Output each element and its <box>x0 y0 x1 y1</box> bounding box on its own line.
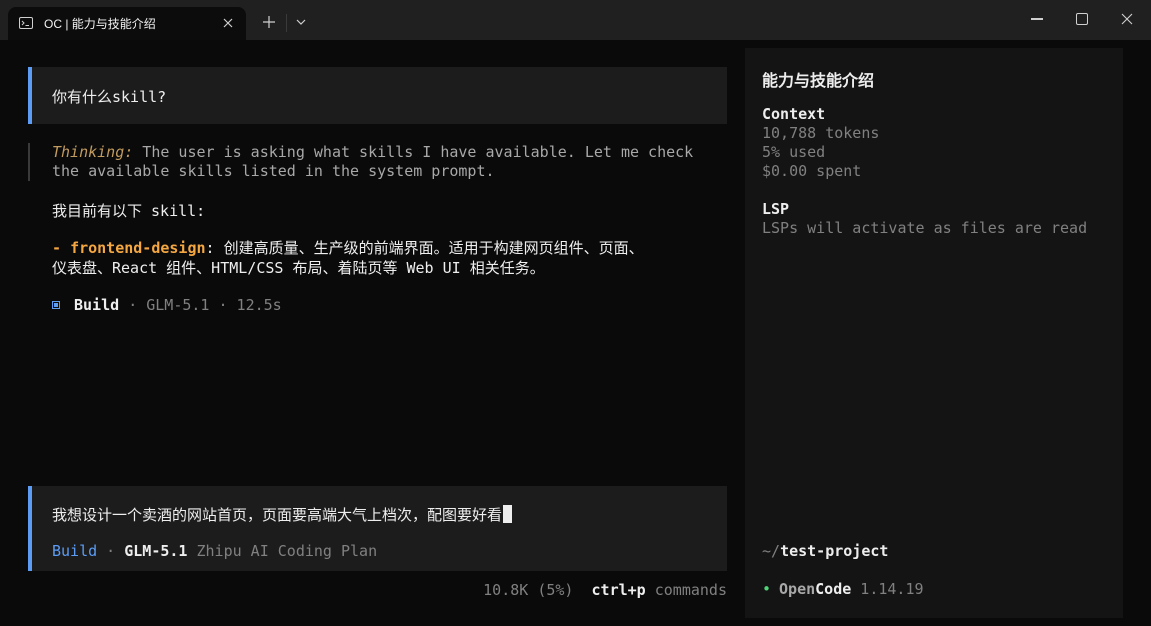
skill-description-line1: : 创建高质量、生产级的前端界面。适用于构建网页组件、页面、 <box>205 239 644 257</box>
prompt-text[interactable]: 我想设计一个卖酒的网站首页，页面要高端大气上档次，配图要好看 <box>52 504 513 525</box>
session-title: 能力与技能介绍 <box>762 71 875 90</box>
skill-bullet: - <box>52 239 71 257</box>
answer-intro: 我目前有以下 skill: <box>52 202 206 220</box>
context-tokens: 10,788 tokens <box>762 124 880 142</box>
maximize-button[interactable] <box>1076 13 1088 25</box>
provider-name: Zhipu AI Coding Plan <box>187 542 378 560</box>
thinking-label: Thinking: <box>52 143 134 161</box>
project-name: test-project <box>780 542 889 560</box>
build-square-icon <box>52 301 60 309</box>
tab-divider <box>286 14 287 32</box>
context-used: 5% used <box>762 143 826 161</box>
tab-title: OC | 能力与技能介绍 <box>44 17 156 31</box>
commands-label: commands <box>645 581 727 599</box>
lsp-status: LSPs will activate as files are read <box>762 219 1088 237</box>
build-status: Build · GLM-5.1 · 12.5s <box>52 296 282 314</box>
brand-code: Code <box>815 580 852 598</box>
brand-open: Open <box>779 580 816 598</box>
skill-description-line2: 仪表盘、React 组件、HTML/CSS 布局、着陆页等 Web UI 相关任… <box>52 259 545 277</box>
app-version: • OpenCode 1.14.19 <box>762 580 924 598</box>
user-message-text: 你有什么skill? <box>52 88 167 106</box>
lsp-heading: LSP <box>762 200 790 218</box>
build-model-info: · GLM-5.1 · 12.5s <box>128 296 282 314</box>
plus-icon[interactable] <box>262 15 276 29</box>
close-icon[interactable] <box>221 16 235 30</box>
user-message: 你有什么skill? <box>28 67 727 124</box>
chevron-down-icon[interactable] <box>295 18 307 26</box>
minimize-button[interactable] <box>1031 18 1043 20</box>
thinking-text-line1: The user is asking what skills I have av… <box>133 143 694 161</box>
prompt-input[interactable]: 我想设计一个卖酒的网站首页，页面要高端大气上档次，配图要好看 Build · G… <box>28 486 727 571</box>
token-usage: 10.8K (5%) <box>483 581 574 599</box>
text-cursor <box>503 505 513 523</box>
context-spent: $0.00 spent <box>762 162 862 180</box>
skill-item: - frontend-design: 创建高质量、生产级的前端界面。适用于构建网… <box>52 238 732 278</box>
project-path-prefix: ~/ <box>762 542 781 560</box>
commands-shortcut[interactable]: ctrl+p <box>592 581 646 599</box>
prompt-meta: Build · GLM-5.1 Zhipu AI Coding Plan <box>52 542 377 560</box>
terminal-tab[interactable]: OC | 能力与技能介绍 <box>8 7 246 40</box>
footer-bar: 10.8K (5%) ctrl+p commands <box>483 581 727 599</box>
agent-selector[interactable]: Build <box>52 542 97 560</box>
status-dot-icon: • <box>762 580 772 598</box>
version-number: 1.14.19 <box>851 580 924 598</box>
context-heading: Context <box>762 105 826 123</box>
model-selector[interactable]: GLM-5.1 <box>124 542 187 560</box>
thinking-block: Thinking: The user is asking what skills… <box>28 143 693 181</box>
build-agent-label: Build <box>74 296 120 314</box>
session-sidebar: 能力与技能介绍 Context 10,788 tokens 5% used $0… <box>745 48 1123 618</box>
prompt-value[interactable]: 我想设计一个卖酒的网站首页，页面要高端大气上档次，配图要好看 <box>52 506 502 524</box>
window-close-button[interactable] <box>1121 13 1133 25</box>
thinking-text-line2: the available skills listed in the syste… <box>52 162 495 180</box>
conversation-pane: 你有什么skill? Thinking: The user is asking … <box>0 40 745 626</box>
project-path: ~/test-project <box>762 542 888 560</box>
skill-name: frontend-design <box>70 239 206 257</box>
title-bar: OC | 能力与技能介绍 <box>0 0 1151 40</box>
meta-separator: · <box>97 542 125 560</box>
terminal-icon <box>19 17 33 29</box>
